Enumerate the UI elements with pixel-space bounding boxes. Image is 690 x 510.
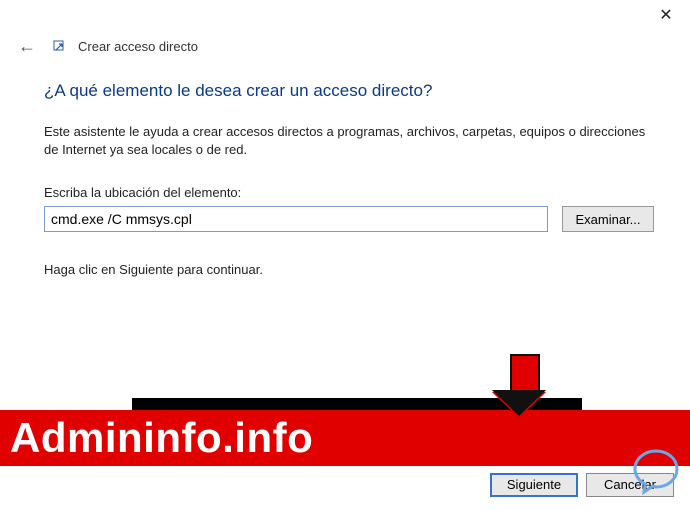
wizard-title: Crear acceso directo [78,39,198,54]
titlebar: ✕ [0,0,690,30]
location-input[interactable] [44,206,548,232]
overlay-watermark-bar: Admininfo.info [0,410,690,466]
header-row: ← Crear acceso directo [0,30,690,59]
browse-button[interactable]: Examinar... [562,206,654,232]
description-text: Este asistente le ayuda a crear accesos … [44,123,654,159]
next-button[interactable]: Siguiente [490,473,578,497]
wizard-window: ✕ ← Crear acceso directo ¿A qué elemento… [0,0,690,510]
close-icon: ✕ [659,5,672,25]
wizard-content: ¿A qué elemento le desea crear un acceso… [0,59,690,277]
close-button[interactable]: ✕ [646,2,686,28]
location-label: Escriba la ubicación del elemento: [44,185,654,200]
page-heading: ¿A qué elemento le desea crear un acceso… [44,81,654,101]
back-button[interactable]: ← [12,34,42,59]
watermark-text: Admininfo.info [10,414,313,462]
input-row: Examinar... [44,206,654,232]
hint-text: Haga clic en Siguiente para continuar. [44,262,654,277]
overlay-red-arrow-icon [504,354,546,418]
shortcut-wizard-icon [52,39,68,55]
overlay-speech-bubble-icon [630,445,682,502]
